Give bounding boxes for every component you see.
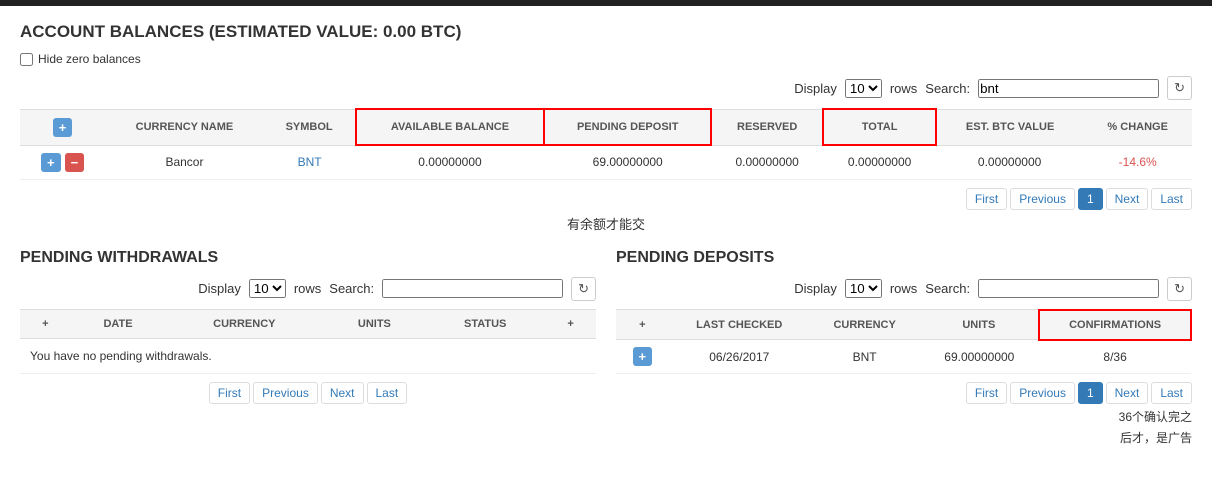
hide-zero-label: Hide zero balances <box>38 52 141 66</box>
d-col-last-checked: LAST CHECKED <box>669 310 810 340</box>
search-input[interactable] <box>978 79 1159 98</box>
w-previous-btn[interactable]: Previous <box>253 382 318 404</box>
w-search-input[interactable] <box>382 279 563 298</box>
col-available-balance: AVAILABLE BALANCE <box>356 109 545 145</box>
d-col-add: + <box>616 310 669 340</box>
row-change: -14.6% <box>1083 145 1192 179</box>
d-rows-label: rows <box>890 281 917 296</box>
w-display-select[interactable]: 10 25 50 <box>249 279 286 298</box>
row-buttons: + − <box>20 145 105 179</box>
d-add-button[interactable]: + <box>633 347 653 366</box>
row-btc-value: 0.00000000 <box>936 145 1084 179</box>
d-table-row: + 06/26/2017 BNT 69.00000000 8/36 <box>616 340 1191 374</box>
d-refresh-button[interactable]: ↻ <box>1167 277 1192 301</box>
w-col-currency: CURRENCY <box>165 309 323 338</box>
d-row-confirmations: 8/36 <box>1039 340 1191 374</box>
w-pagination: First Previous Next Last <box>20 382 596 404</box>
d-display-label: Display <box>794 281 837 296</box>
w-first-btn[interactable]: First <box>209 382 250 404</box>
rows-label: rows <box>890 81 917 96</box>
w-last-btn[interactable]: Last <box>367 382 408 404</box>
w-col-extra: + <box>545 309 596 338</box>
d-page-1-btn[interactable]: 1 <box>1078 382 1103 404</box>
balances-next-btn[interactable]: Next <box>1106 188 1149 210</box>
account-balances-title: ACCOUNT BALANCES (ESTIMATED VALUE: 0.00 … <box>20 22 1192 42</box>
d-display-select[interactable]: 10 25 50 <box>845 279 882 298</box>
w-refresh-button[interactable]: ↻ <box>571 277 596 301</box>
d-search-label: Search: <box>925 281 970 296</box>
w-no-data-row: You have no pending withdrawals. <box>20 338 596 373</box>
w-col-date: DATE <box>71 309 165 338</box>
chinese-note-1: 36个确认完之 <box>966 408 1192 425</box>
symbol-link[interactable]: BNT <box>298 155 322 169</box>
row-total: 0.00000000 <box>823 145 935 179</box>
deposits-table: + LAST CHECKED CURRENCY UNITS CONFIRMATI… <box>616 309 1192 375</box>
d-row-units: 69.00000000 <box>919 340 1039 374</box>
d-row-currency: BNT <box>810 340 920 374</box>
row-reserved: 0.00000000 <box>711 145 823 179</box>
d-col-confirmations: CONFIRMATIONS <box>1039 310 1191 340</box>
withdrawals-section: PENDING WITHDRAWALS Display 10 25 50 row… <box>20 249 596 447</box>
d-next-btn[interactable]: Next <box>1106 382 1149 404</box>
col-reserved: RESERVED <box>711 109 823 145</box>
d-row-add: + <box>616 340 669 374</box>
d-col-units: UNITS <box>919 310 1039 340</box>
d-previous-btn[interactable]: Previous <box>1010 382 1075 404</box>
w-col-units: UNITS <box>323 309 425 338</box>
balances-pagination: First Previous 1 Next Last <box>20 188 1192 210</box>
row-minus-button[interactable]: − <box>65 153 85 172</box>
col-total: TOTAL <box>823 109 935 145</box>
row-pending: 69.00000000 <box>544 145 710 179</box>
d-first-btn[interactable]: First <box>966 382 1007 404</box>
w-display-label: Display <box>198 281 241 296</box>
row-currency-name: Bancor <box>105 145 264 179</box>
display-label: Display <box>794 81 837 96</box>
search-label: Search: <box>925 81 970 96</box>
deposits-title: PENDING DEPOSITS <box>616 249 1192 267</box>
col-add: + <box>20 109 105 145</box>
two-col-section: PENDING WITHDRAWALS Display 10 25 50 row… <box>20 249 1192 447</box>
w-no-data-text: You have no pending withdrawals. <box>20 338 596 373</box>
balances-page-1-btn[interactable]: 1 <box>1078 188 1103 210</box>
display-select[interactable]: 10 25 50 <box>845 79 882 98</box>
w-col-add: + <box>20 309 71 338</box>
refresh-button[interactable]: ↻ <box>1167 76 1192 100</box>
row-add-button[interactable]: + <box>41 153 61 172</box>
hide-zero-checkbox[interactable] <box>20 53 33 66</box>
balances-table: + CURRENCY NAME SYMBOL AVAILABLE BALANCE… <box>20 108 1192 180</box>
d-search-input[interactable] <box>978 279 1159 298</box>
d-last-btn[interactable]: Last <box>1151 382 1192 404</box>
d-row-last-checked: 06/26/2017 <box>669 340 810 374</box>
annotation-text: 有余额才能交 <box>20 214 1192 233</box>
d-col-currency: CURRENCY <box>810 310 920 340</box>
hide-zero-row: Hide zero balances <box>20 52 1192 66</box>
w-rows-label: rows <box>294 281 321 296</box>
col-symbol: SYMBOL <box>264 109 356 145</box>
w-next-btn[interactable]: Next <box>321 382 364 404</box>
col-pending-deposit: PENDING DEPOSIT <box>544 109 710 145</box>
balances-last-btn[interactable]: Last <box>1151 188 1192 210</box>
table-row: + − Bancor BNT 0.00000000 69.00000000 0.… <box>20 145 1192 179</box>
row-available: 0.00000000 <box>356 145 545 179</box>
balances-first-btn[interactable]: First <box>966 188 1007 210</box>
balances-previous-btn[interactable]: Previous <box>1010 188 1075 210</box>
row-symbol: BNT <box>264 145 356 179</box>
withdrawals-title: PENDING WITHDRAWALS <box>20 249 596 267</box>
d-pagination: First Previous 1 Next Last <box>966 382 1192 404</box>
deposits-section: PENDING DEPOSITS Display 10 25 50 rows S… <box>616 249 1192 447</box>
add-balance-button[interactable]: + <box>53 118 73 137</box>
w-col-status: STATUS <box>425 309 545 338</box>
w-search-label: Search: <box>329 281 374 296</box>
withdrawals-table: + DATE CURRENCY UNITS STATUS + You have … <box>20 309 596 374</box>
col-currency-name: CURRENCY NAME <box>105 109 264 145</box>
col-est-btc: EST. BTC VALUE <box>936 109 1084 145</box>
chinese-note-2: 后才，是广告 <box>966 429 1192 446</box>
col-change: % CHANGE <box>1083 109 1192 145</box>
main-container: ACCOUNT BALANCES (ESTIMATED VALUE: 0.00 … <box>0 6 1212 462</box>
